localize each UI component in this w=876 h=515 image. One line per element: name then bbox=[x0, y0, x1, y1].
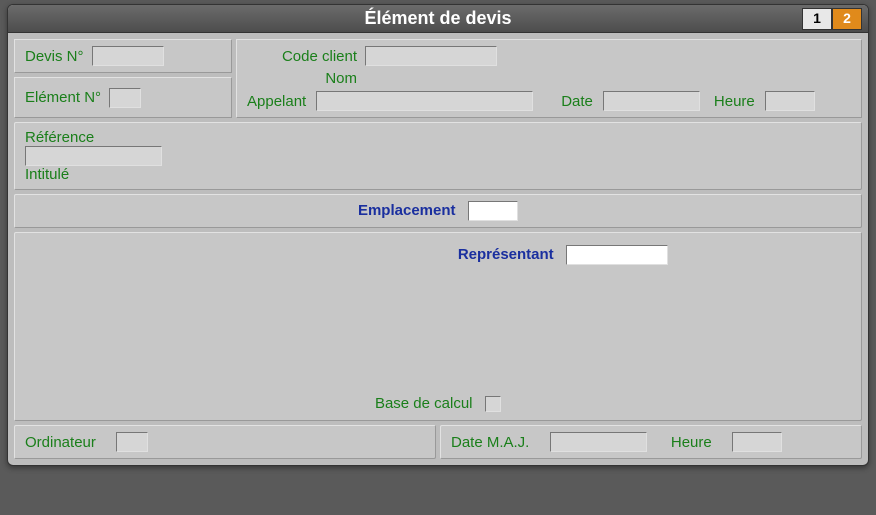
field-ordinateur[interactable] bbox=[116, 432, 148, 452]
label-emplacement: Emplacement bbox=[358, 202, 456, 219]
panel-emplacement: Emplacement bbox=[14, 194, 862, 228]
field-heure[interactable] bbox=[765, 91, 815, 111]
titlebar: Élément de devis 1 2 bbox=[8, 5, 868, 33]
label-appelant: Appelant bbox=[247, 93, 306, 110]
window: Élément de devis 1 2 Devis N° Elément N°… bbox=[7, 4, 869, 466]
panel-client: Code client Nom Appelant Date Heure bbox=[236, 39, 862, 118]
tab-2[interactable]: 2 bbox=[832, 8, 862, 30]
label-devis-no: Devis N° bbox=[25, 48, 84, 65]
label-date-maj: Date M.A.J. bbox=[451, 434, 529, 451]
tab-1[interactable]: 1 bbox=[802, 8, 832, 30]
panel-representant: Représentant Base de calcul bbox=[14, 232, 862, 421]
label-element-no: Elément N° bbox=[25, 89, 101, 106]
field-emplacement[interactable] bbox=[468, 201, 518, 221]
label-heure: Heure bbox=[714, 93, 755, 110]
label-ordinateur: Ordinateur bbox=[25, 434, 96, 451]
label-code-client: Code client bbox=[247, 48, 357, 65]
field-appelant[interactable] bbox=[316, 91, 533, 111]
label-date: Date bbox=[561, 93, 593, 110]
field-devis-no[interactable] bbox=[92, 46, 164, 66]
label-representant: Représentant bbox=[458, 246, 554, 263]
label-reference: Référence bbox=[25, 129, 94, 146]
label-base-calcul: Base de calcul bbox=[375, 395, 473, 412]
page-tabs: 1 2 bbox=[802, 8, 862, 30]
label-intitule: Intitulé bbox=[25, 166, 69, 183]
label-heure-2: Heure bbox=[671, 434, 712, 451]
field-element-no[interactable] bbox=[109, 88, 141, 108]
panel-element: Elément N° bbox=[14, 77, 232, 118]
field-representant[interactable] bbox=[566, 245, 668, 265]
label-nom: Nom bbox=[247, 70, 357, 87]
checkbox-base-calcul[interactable] bbox=[485, 396, 501, 412]
panel-devis: Devis N° bbox=[14, 39, 232, 73]
field-reference[interactable] bbox=[25, 146, 162, 166]
field-heure-2[interactable] bbox=[732, 432, 782, 452]
panel-reference: Référence Intitulé bbox=[14, 122, 862, 190]
field-code-client[interactable] bbox=[365, 46, 497, 66]
panel-ordinateur: Ordinateur bbox=[14, 425, 436, 459]
field-date[interactable] bbox=[603, 91, 700, 111]
window-title: Élément de devis bbox=[16, 8, 860, 29]
field-date-maj[interactable] bbox=[550, 432, 647, 452]
window-body: Devis N° Elément N° Code client Nom Appe… bbox=[8, 33, 868, 465]
panel-date-maj: Date M.A.J. Heure bbox=[440, 425, 862, 459]
